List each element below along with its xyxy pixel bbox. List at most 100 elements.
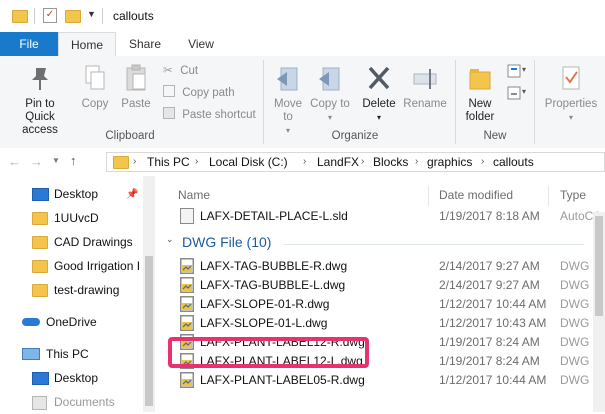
dwg-file-icon <box>180 372 194 388</box>
new-folder-button[interactable]: New folder <box>458 64 502 124</box>
folder-icon <box>113 156 129 169</box>
recent-locations-icon[interactable]: ▼ <box>52 156 60 165</box>
highlight-callout <box>168 337 369 368</box>
content-scrollbar[interactable] <box>593 212 605 412</box>
window-title: callouts <box>113 9 154 23</box>
forward-arrow-icon[interactable]: → <box>30 154 43 169</box>
chevron-right-icon: › <box>195 156 199 167</box>
nav-item-good-irrigation[interactable]: Good Irrigation I <box>32 254 140 278</box>
desktop-icon <box>32 188 49 201</box>
folder-icon <box>32 284 48 297</box>
documents-icon <box>32 396 47 410</box>
new-item-icon[interactable]: ▾ <box>504 62 530 85</box>
chevron-right-icon: › <box>361 156 365 167</box>
file-list: Name Date modified Type LAFX-DETAIL-PLAC… <box>160 176 605 412</box>
folder-icon <box>32 212 48 225</box>
tab-view[interactable]: View <box>174 32 228 56</box>
column-header-date[interactable]: Date modified <box>439 188 513 202</box>
ribbon: Pin to Quick access Copy Paste ✂ Cut Cop… <box>0 56 605 149</box>
divider <box>548 186 549 206</box>
navigation-pane: Desktop 📌 1UUvcD CAD Drawings Good Irrig… <box>0 176 160 412</box>
tab-share[interactable]: Share <box>116 32 174 56</box>
pin-to-quick-access-button[interactable]: Pin to Quick access <box>4 64 76 137</box>
rename-button[interactable]: Rename <box>402 64 448 111</box>
dwg-file-icon <box>180 258 194 274</box>
computer-icon <box>22 348 40 360</box>
breadcrumb-blocks[interactable]: Blocks <box>373 153 408 171</box>
address-bar[interactable]: › This PC › Local Disk (C:) › LandFX › B… <box>106 152 605 172</box>
new-group-label: New <box>483 130 507 142</box>
pin-icon: 📌 <box>126 189 139 200</box>
desktop-icon <box>32 372 49 385</box>
breadcrumb-landfx[interactable]: LandFX <box>317 153 359 171</box>
divider <box>34 8 35 24</box>
table-row[interactable]: LAFX-SLOPE-01-L.dwg 1/12/2017 10:43 AM DWG… <box>178 313 605 333</box>
move-to-icon <box>277 67 298 91</box>
divider <box>534 60 535 144</box>
table-row[interactable]: LAFX-DETAIL-PLACE-L.sld 1/19/2017 8:18 A… <box>178 206 605 226</box>
copy-to-button[interactable]: Copy to ▾ <box>310 64 350 124</box>
properties-quick-icon[interactable]: ✓ <box>43 8 57 23</box>
table-row[interactable]: LAFX-TAG-BUBBLE-R.dwg 2/14/2017 9:27 AM DW… <box>178 256 605 276</box>
folder-icon <box>32 260 48 273</box>
scrollbar-thumb[interactable] <box>595 216 603 316</box>
group-divider <box>284 244 584 245</box>
ribbon-tabs: File Home Share View <box>0 32 605 57</box>
rename-icon <box>413 69 437 89</box>
table-row[interactable]: LAFX-TAG-BUBBLE-L.dwg 2/14/2017 9:27 AM DW… <box>178 275 605 295</box>
paste-button[interactable]: Paste <box>116 64 156 111</box>
paste-icon <box>126 64 146 91</box>
table-row[interactable]: LAFX-PLANT-LABEL05-R.dwg 1/12/2017 10:44 … <box>178 370 605 390</box>
dwg-file-icon <box>180 277 194 293</box>
scissors-icon: ✂ <box>163 65 173 77</box>
chevron-right-icon: › <box>481 156 485 167</box>
new-folder-quick-icon[interactable] <box>65 10 81 23</box>
copy-path-icon <box>163 85 175 97</box>
title-bar: ✓ ▼ callouts <box>0 0 605 32</box>
column-header-type[interactable]: Type <box>560 188 586 202</box>
copy-button[interactable]: Copy <box>76 64 114 111</box>
delete-button[interactable]: Delete ▾ <box>358 64 400 124</box>
tab-file[interactable]: File <box>0 32 58 56</box>
copy-to-icon <box>319 67 340 91</box>
folder-icon <box>32 236 48 249</box>
divider <box>102 8 103 24</box>
organize-group-label: Organize <box>331 130 379 142</box>
svg-text:▾: ▾ <box>522 87 526 96</box>
easy-access-icon[interactable]: ▾ <box>504 84 530 107</box>
breadcrumb-local-disk[interactable]: Local Disk (C:) <box>209 153 288 171</box>
paste-shortcut-icon <box>163 107 175 119</box>
column-header-name[interactable]: Name <box>178 188 210 202</box>
breadcrumb-this-pc[interactable]: This PC <box>147 153 190 171</box>
divider <box>455 60 456 144</box>
back-arrow-icon[interactable]: ← <box>8 154 21 169</box>
chevron-right-icon: › <box>303 156 307 167</box>
clipboard-group-label: Clipboard <box>105 130 155 142</box>
table-row[interactable]: LAFX-SLOPE-01-R.dwg 1/12/2017 10:44 AM DWG… <box>178 294 605 314</box>
sld-file-icon <box>180 208 194 224</box>
nav-scrollbar[interactable] <box>143 176 155 412</box>
divider <box>263 60 264 144</box>
cloud-icon <box>22 318 40 326</box>
chevron-right-icon: › <box>415 156 419 167</box>
copy-icon <box>85 65 105 90</box>
cut-button[interactable]: ✂ Cut <box>163 63 198 77</box>
breadcrumb-graphics[interactable]: graphics <box>427 153 472 171</box>
collapse-chevron-icon[interactable]: ⌄ <box>166 234 174 245</box>
customize-quick-access-icon[interactable]: ▼ <box>87 9 96 19</box>
delete-x-icon <box>368 66 390 90</box>
properties-button[interactable]: Properties ▾ <box>540 64 602 124</box>
svg-text:▾: ▾ <box>522 65 526 74</box>
divider <box>428 186 429 206</box>
group-header[interactable]: DWG File (10) <box>182 234 271 250</box>
paste-shortcut-button[interactable]: Paste shortcut <box>163 107 256 121</box>
dwg-file-icon <box>180 296 194 312</box>
tab-home[interactable]: Home <box>58 32 116 56</box>
scrollbar-thumb[interactable] <box>145 256 153 406</box>
chevron-right-icon: › <box>133 156 137 167</box>
copy-path-button[interactable]: Copy path <box>163 85 235 99</box>
move-to-button[interactable]: Move to ▾ <box>268 64 308 137</box>
dwg-file-icon <box>180 315 194 331</box>
breadcrumb-callouts[interactable]: callouts <box>493 153 534 171</box>
up-arrow-icon[interactable]: ↑ <box>70 153 77 168</box>
